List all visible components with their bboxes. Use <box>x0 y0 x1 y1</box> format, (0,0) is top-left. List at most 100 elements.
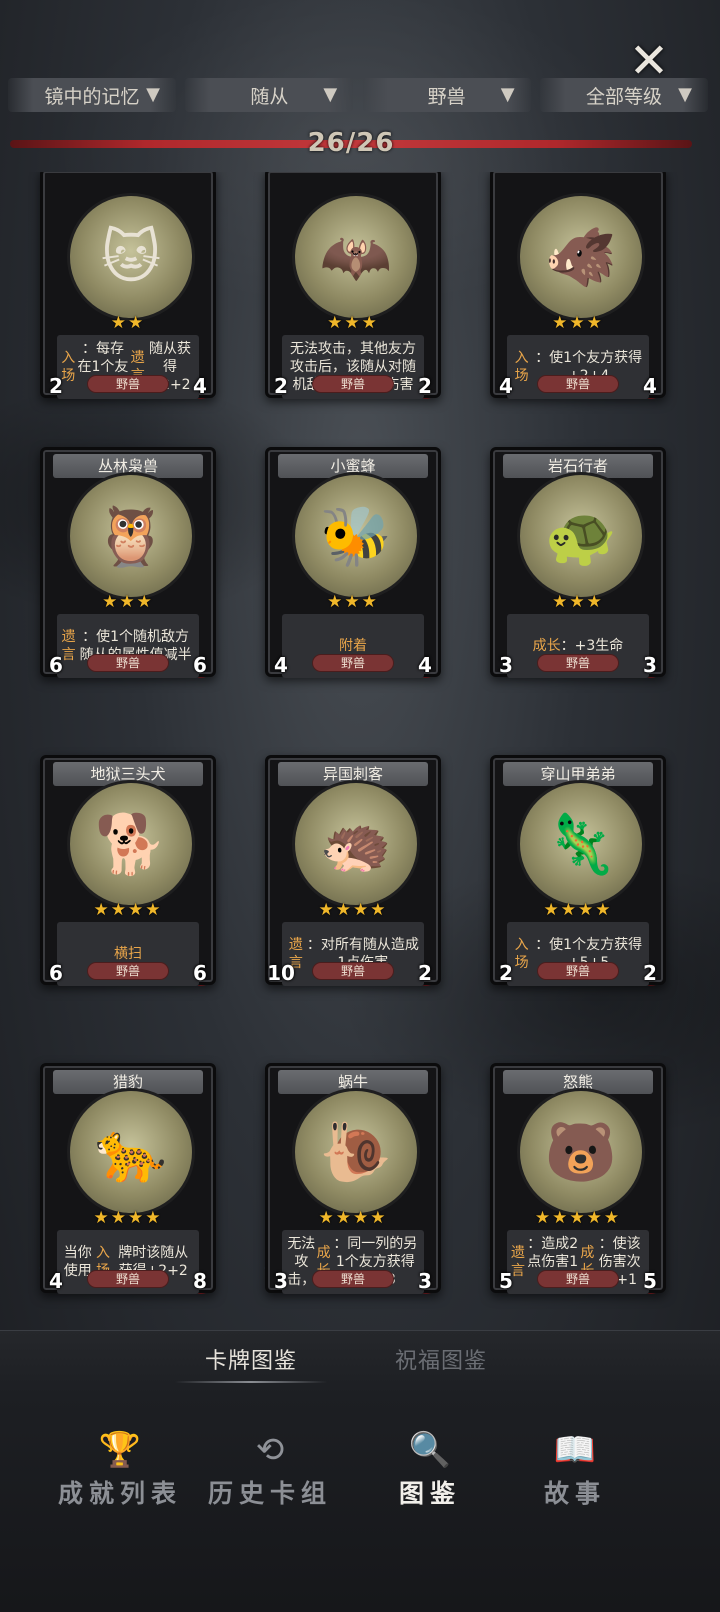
minion-card[interactable]: 异国刺客🦔★★★★遗言：对所有随从造成1点伤害10野兽2 <box>265 755 441 988</box>
health-value: 6 <box>185 958 215 988</box>
attack-value: 6 <box>41 958 71 988</box>
star-rating: ★★★ <box>552 592 604 612</box>
history-icon: ⟲ <box>255 1430 285 1470</box>
health-value: 2 <box>410 958 440 988</box>
card-type-badge: 野兽 <box>537 962 619 980</box>
filter-dropdown-type[interactable]: 野兽 ▼ <box>362 78 531 112</box>
card-grid[interactable]: 🐱★★入场：每存在1个友方遗言随从获得+2+22野兽4🦇★★★无法攻击，其他友方… <box>0 172 720 1324</box>
star-rating: ★★★★★ <box>534 1208 622 1228</box>
card-portrait: 🐕 <box>67 780 195 908</box>
card-portrait: 🐢 <box>517 472 645 600</box>
card-type-badge: 野兽 <box>537 375 619 393</box>
star-rating: ★★★ <box>327 313 379 333</box>
filter-label: 随从 <box>250 85 289 108</box>
nav-label: 图鉴 <box>398 1479 461 1508</box>
minion-card[interactable]: 丛林枭兽🦉★★★遗言：使1个随机敌方随从的属性值减半6野兽6 <box>40 447 216 680</box>
card-portrait: 🐝 <box>292 472 420 600</box>
filter-dropdown-category[interactable]: 随从 ▼ <box>185 78 354 112</box>
minion-card[interactable]: 岩石行者 🐢 ★★★ 成长 ：+3生命 3 野兽 3 <box>490 447 666 680</box>
filter-label: 全部等级 <box>585 85 662 108</box>
nav-item-trophy[interactable]: 🏆 成就列表 <box>45 1428 195 1510</box>
card-portrait: 🐌 <box>292 1088 420 1216</box>
health-value: 5 <box>635 1266 665 1296</box>
minion-card[interactable]: 怒熊🐻★★★★★遗言：造成2点伤害1次。成长：使该伤害次数+15野兽5 <box>490 1063 666 1296</box>
nav-label: 历史卡组 <box>207 1479 332 1508</box>
tab-blessing-codex[interactable]: 祝福图鉴 <box>395 1343 487 1375</box>
attack-value: 2 <box>491 958 521 988</box>
funnel-icon: ▼ <box>500 84 515 105</box>
nav-item-story-book[interactable]: 📖 故事 <box>500 1428 650 1510</box>
tab-card-codex[interactable]: 卡牌图鉴 <box>174 1343 328 1383</box>
card-type-badge: 野兽 <box>87 962 169 980</box>
star-rating: ★★★ <box>327 592 379 612</box>
star-rating: ★★ <box>110 313 146 333</box>
health-value: 2 <box>410 371 440 401</box>
health-value: 4 <box>635 371 665 401</box>
nav-item-history[interactable]: ⟲ 历史卡组 <box>195 1428 345 1510</box>
attack-value: 4 <box>41 1266 71 1296</box>
filter-dropdown-level[interactable]: 全部等级 ▼ <box>539 78 708 112</box>
card-portrait: 🐆 <box>67 1088 195 1216</box>
codex-tabs: 卡牌图鉴 祝福图鉴 <box>0 1330 720 1394</box>
progress-count: 26/26 <box>307 128 395 158</box>
funnel-icon: ▼ <box>678 84 692 105</box>
health-value: 6 <box>185 650 215 680</box>
card-type-badge: 野兽 <box>312 654 394 672</box>
card-portrait: 🐻 <box>517 1088 645 1216</box>
attack-value: 5 <box>491 1266 521 1296</box>
star-rating: ★★★ <box>102 592 154 612</box>
card-type-badge: 野兽 <box>312 1270 394 1288</box>
minion-card[interactable]: 🦇★★★无法攻击，其他友方攻击后，该随从对随机敌方造成3点伤害2野兽2 <box>265 172 441 401</box>
card-portrait: 🦎 <box>517 780 645 908</box>
star-rating: ★★★ <box>552 313 604 333</box>
card-type-badge: 野兽 <box>537 1270 619 1288</box>
health-value: 4 <box>410 650 440 680</box>
funnel-icon: ▼ <box>146 84 160 105</box>
collection-progress: 26/26 <box>10 128 692 158</box>
star-rating: ★★★★ <box>318 900 388 920</box>
card-portrait: 🦉 <box>67 472 195 600</box>
health-value: 3 <box>635 650 665 680</box>
attack-value: 4 <box>491 371 521 401</box>
health-value: 2 <box>635 958 665 988</box>
star-rating: ★★★★ <box>93 1208 163 1228</box>
minion-card[interactable]: 地狱三头犬 🐕 ★★★★ 横扫 6 野兽 6 <box>40 755 216 988</box>
attack-value: 4 <box>266 650 296 680</box>
trophy-icon: 🏆 <box>98 1430 142 1470</box>
bottom-nav: 🏆 成就列表 ⟲ 历史卡组 🔍 图鉴 📖 故事 <box>0 1394 720 1612</box>
attack-value: 3 <box>266 1266 296 1296</box>
attack-value: 10 <box>266 958 296 988</box>
magnifier-icon: 🔍 <box>408 1430 452 1470</box>
story-book-icon: 📖 <box>553 1430 597 1470</box>
minion-card[interactable]: 穿山甲弟弟🦎★★★★入场：使1个友方获得+5+52野兽2 <box>490 755 666 988</box>
card-type-badge: 野兽 <box>312 962 394 980</box>
filter-label: 镜中的记忆 <box>44 85 140 108</box>
health-value: 8 <box>185 1266 215 1296</box>
funnel-icon: ▼ <box>323 84 338 105</box>
nav-label: 故事 <box>543 1479 606 1508</box>
attack-value: 2 <box>266 371 296 401</box>
attack-value: 6 <box>41 650 71 680</box>
card-type-badge: 野兽 <box>87 375 169 393</box>
nav-label: 成就列表 <box>57 1479 182 1508</box>
minion-card[interactable]: 🐗★★★入场：使1个友方获得+2+44野兽4 <box>490 172 666 401</box>
card-portrait: 🦔 <box>292 780 420 908</box>
attack-value: 3 <box>491 650 521 680</box>
minion-card[interactable]: 蜗牛🐌★★★★无法攻击，成长：同一列的另1个友方获得+3+33野兽3 <box>265 1063 441 1296</box>
star-rating: ★★★★ <box>543 900 613 920</box>
filter-bar: 镜中的记忆 ▼ 随从 ▼ 野兽 ▼ 全部等级 ▼ <box>8 78 708 114</box>
card-type-badge: 野兽 <box>87 654 169 672</box>
minion-card[interactable]: 猎豹🐆★★★★当你使用入场牌时该随从获得+2+24野兽8 <box>40 1063 216 1296</box>
card-type-badge: 野兽 <box>312 375 394 393</box>
minion-card[interactable]: 小蜜蜂 🐝 ★★★ 附着 4 野兽 4 <box>265 447 441 680</box>
card-type-badge: 野兽 <box>87 1270 169 1288</box>
minion-card[interactable]: 🐱★★入场：每存在1个友方遗言随从获得+2+22野兽4 <box>40 172 216 401</box>
card-portrait: 🐗 <box>517 193 645 321</box>
star-rating: ★★★★ <box>318 1208 388 1228</box>
health-value: 3 <box>410 1266 440 1296</box>
filter-dropdown-collection[interactable]: 镜中的记忆 ▼ <box>8 78 176 112</box>
nav-item-magnifier[interactable]: 🔍 图鉴 <box>355 1428 505 1510</box>
health-value: 4 <box>185 371 215 401</box>
attack-value: 2 <box>41 371 71 401</box>
card-portrait: 🦇 <box>292 193 420 321</box>
